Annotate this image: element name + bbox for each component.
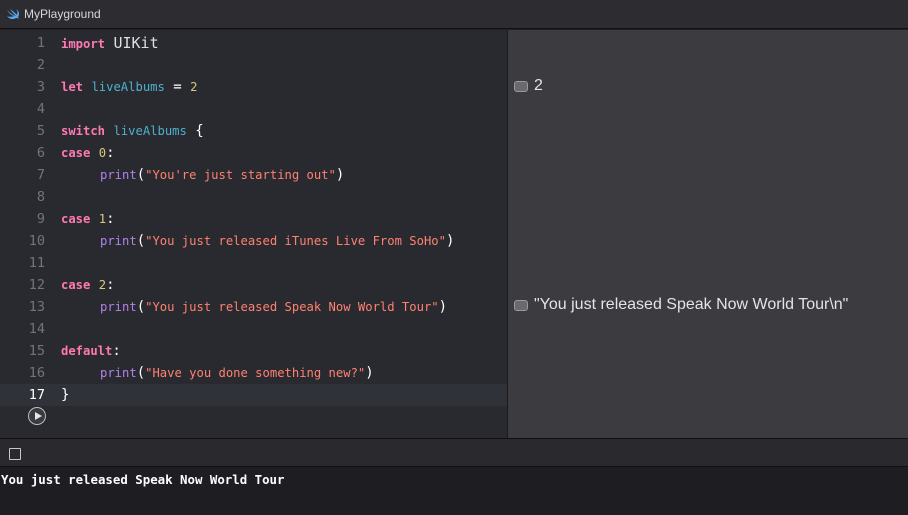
result-value: 2 [534, 77, 543, 94]
line-number: 17 [28, 387, 45, 403]
line-number: 11 [28, 255, 45, 271]
code-line[interactable]: 14 [0, 318, 507, 340]
code-line[interactable]: 4 [0, 98, 507, 120]
line-number: 2 [36, 57, 45, 73]
code-text: switch liveAlbums { [61, 123, 204, 139]
line-number: 14 [28, 321, 45, 337]
code-line[interactable]: 11 [0, 252, 507, 274]
line-number: 4 [36, 101, 45, 117]
code-line[interactable]: 15 default: [0, 340, 507, 362]
line-number: 15 [28, 343, 45, 359]
code-line[interactable]: 10 print("You just released iTunes Live F… [0, 230, 507, 252]
result-value: "You just released Speak Now World Tour\… [534, 296, 849, 313]
code-editor[interactable]: 1 import UIKit 2 3 let liveAlbums = 2 4 5 switc… [0, 30, 507, 438]
line-number: 6 [36, 145, 45, 161]
code-text: print("Have you done something new?") [100, 365, 374, 381]
code-line[interactable]: 7 print("You're just starting out") [0, 164, 507, 186]
quicklook-icon[interactable] [514, 80, 528, 92]
line-number: 1 [36, 35, 45, 51]
code-line[interactable]: 17} [0, 384, 507, 406]
code-text: case 0: [61, 145, 115, 161]
line-number: 9 [36, 211, 45, 227]
code-line[interactable]: 2 [0, 54, 507, 76]
code-text: print("You just released Speak Now World… [100, 299, 448, 315]
line-number: 12 [28, 277, 45, 293]
line-number: 8 [36, 189, 45, 205]
code-line[interactable]: 16 print("Have you done something new?") [0, 362, 507, 384]
code-line[interactable]: 9 case 1: [0, 208, 507, 230]
swift-icon [7, 9, 20, 20]
code-line[interactable]: 12 case 2: [0, 274, 507, 296]
result-line-3[interactable]: 2 [514, 76, 543, 96]
code-text: let liveAlbums = 2 [61, 79, 198, 95]
line-number: 3 [36, 79, 45, 95]
line-number: 10 [28, 233, 45, 249]
code-line[interactable]: 6 case 0: [0, 142, 507, 164]
line-number: 13 [28, 299, 45, 315]
console-output: You just released Speak Now World Tour [1, 472, 285, 487]
code-text: } [61, 387, 70, 403]
title-bar: MyPlayground [0, 0, 908, 29]
console-area: You just released Speak Now World Tour [0, 467, 908, 515]
result-line-13[interactable]: "You just released Speak Now World Tour\… [514, 295, 848, 315]
line-number: 5 [36, 123, 45, 139]
debug-area-toggle[interactable] [9, 448, 21, 460]
code-line[interactable]: 5 switch liveAlbums { [0, 120, 507, 142]
code-line[interactable]: 1 import UIKit [0, 32, 507, 54]
play-icon[interactable] [28, 407, 46, 425]
code-text: case 2: [61, 277, 115, 293]
line-number: 7 [36, 167, 45, 183]
quicklook-icon[interactable] [514, 299, 528, 311]
line-number: 16 [28, 365, 45, 381]
code-text: import UIKit [61, 34, 159, 52]
debug-bar [0, 438, 908, 467]
code-text: print("You just released iTunes Live Fro… [100, 233, 455, 249]
code-text: default: [61, 343, 121, 359]
results-sidebar: 2 "You just released Speak Now World Tou… [507, 30, 908, 438]
code-line[interactable]: 13 print("You just released Speak Now Wor… [0, 296, 507, 318]
code-line[interactable]: 8 [0, 186, 507, 208]
code-line[interactable]: 3 let liveAlbums = 2 [0, 76, 507, 98]
code-text: print("You're just starting out") [100, 167, 345, 183]
code-text: case 1: [61, 211, 115, 227]
window-title: MyPlayground [24, 7, 101, 21]
